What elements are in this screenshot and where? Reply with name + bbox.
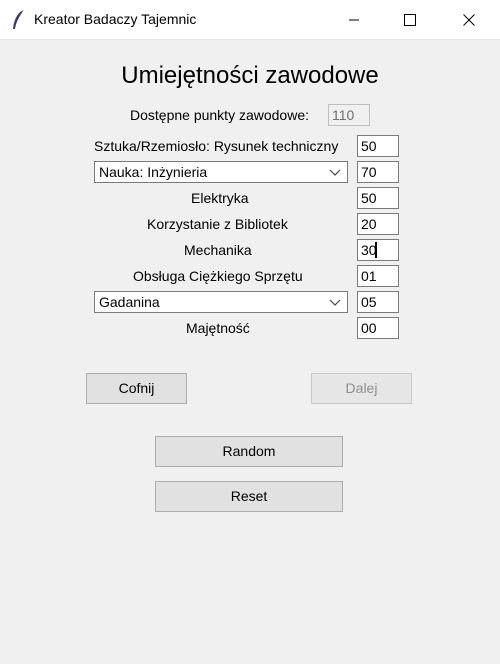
skill-heavy-machinery-field[interactable]: 01 (357, 265, 399, 287)
minimize-icon (349, 19, 359, 20)
maximize-icon (404, 13, 416, 26)
back-button[interactable]: Cofnij (86, 373, 187, 404)
close-icon (463, 13, 475, 26)
next-button[interactable]: Dalej (311, 373, 412, 404)
skill-electrical-field[interactable]: 50 (357, 187, 399, 209)
skill-label-electrical: Elektryka (191, 190, 249, 206)
skill-social-select[interactable]: Gadanina (94, 291, 348, 313)
maximize-button[interactable] (387, 0, 433, 39)
skill-label-credit: Majętność (186, 320, 250, 336)
minimize-button[interactable] (331, 0, 377, 39)
skill-credit-field[interactable]: 00 (357, 317, 399, 339)
points-label: Dostępne punkty zawodowe: (130, 107, 309, 123)
title-bar: Kreator Badaczy Tajemnic (0, 0, 500, 40)
feather-icon (13, 9, 25, 29)
skill-label-heavy-machinery: Obsługa Ciężkiego Sprzętu (133, 268, 303, 284)
page-title: Umiejętności zawodowe (121, 62, 379, 89)
skill-social-field[interactable]: 05 (357, 291, 399, 313)
skill-label-mechanics: Mechanika (184, 242, 252, 258)
chevron-down-icon (329, 299, 341, 306)
skill-social-selected: Gadanina (99, 294, 160, 310)
points-field: 110 (328, 104, 370, 126)
text-cursor (375, 242, 377, 258)
skill-mechanics-field[interactable]: 30 (357, 239, 399, 261)
skill-science-selected: Nauka: Inżynieria (99, 164, 208, 180)
random-button[interactable]: Random (155, 436, 343, 467)
reset-button[interactable]: Reset (155, 481, 343, 512)
skill-label-library: Korzystanie z Bibliotek (147, 216, 288, 232)
skill-library-field[interactable]: 20 (357, 213, 399, 235)
skill-science-field[interactable]: 70 (357, 161, 399, 183)
close-button[interactable] (446, 0, 492, 39)
skill-science-select[interactable]: Nauka: Inżynieria (94, 161, 348, 183)
skill-art-field[interactable]: 50 (357, 135, 399, 157)
chevron-down-icon (329, 169, 341, 176)
window-title: Kreator Badaczy Tajemnic (34, 11, 197, 27)
skill-label-art: Sztuka/Rzemiosło: Rysunek techniczny (94, 138, 339, 154)
